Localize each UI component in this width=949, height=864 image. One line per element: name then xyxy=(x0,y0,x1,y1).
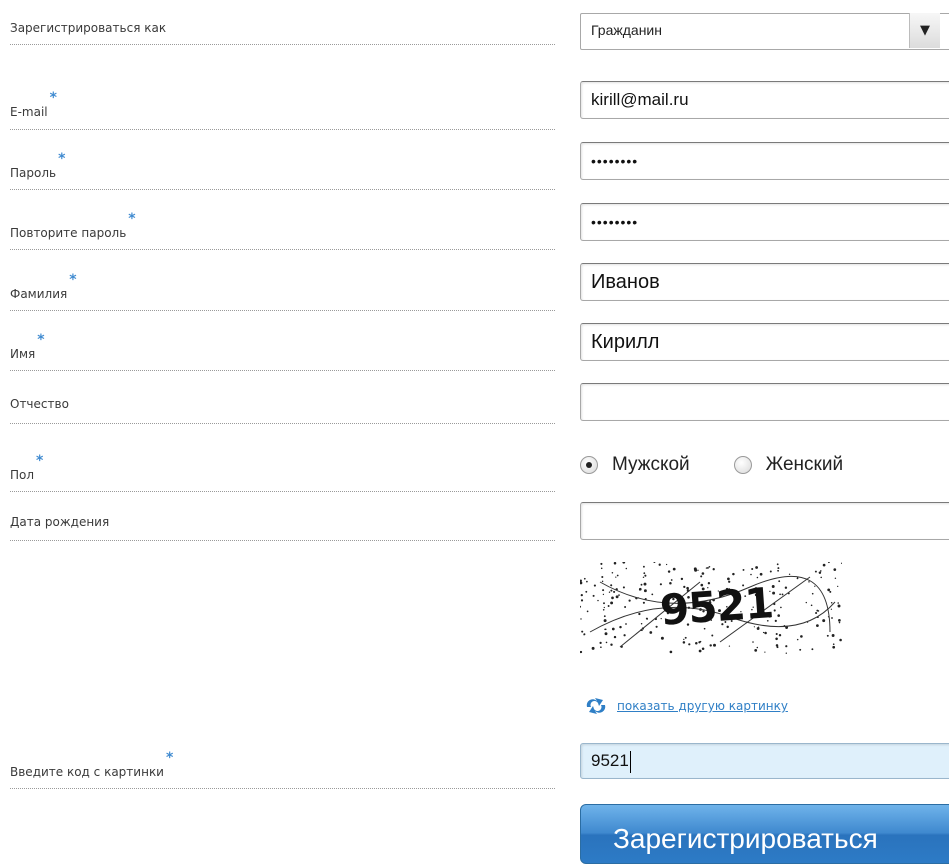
email-label: E-mail* xyxy=(10,90,57,119)
captcha-code: 9521 xyxy=(658,578,775,635)
captcha-image: 9521 xyxy=(580,562,842,654)
password-repeat-field[interactable]: •••••••• xyxy=(580,203,949,241)
gender-female-radio[interactable] xyxy=(733,456,752,474)
divider xyxy=(10,189,555,190)
last-name-field[interactable]: Иванов xyxy=(580,263,949,301)
email-field[interactable]: kirill@mail.ru xyxy=(580,81,949,119)
password-field[interactable]: •••••••• xyxy=(580,142,949,180)
required-star-icon: * xyxy=(69,272,77,288)
reload-captcha-link[interactable]: показать другую картинку xyxy=(617,699,788,713)
reload-captcha[interactable]: показать другую картинку xyxy=(583,697,788,715)
gender-radio-group: Мужской Женский xyxy=(580,450,843,480)
register-as-select[interactable]: Гражданин xyxy=(580,13,949,50)
password-repeat-label: Повторите пароль* xyxy=(10,211,136,240)
text-caret xyxy=(629,750,631,773)
gender-male-radio[interactable] xyxy=(580,456,598,474)
register-button[interactable]: Зарегистрироваться xyxy=(580,804,949,864)
divider xyxy=(10,370,555,371)
first-name-field[interactable]: Кирилл xyxy=(580,323,949,361)
triangle-down-icon: ▼ xyxy=(920,23,930,38)
divider xyxy=(10,491,555,492)
reload-icon xyxy=(586,698,606,714)
password-label: Пароль* xyxy=(10,151,66,180)
middle-name-label: Отчество xyxy=(10,397,69,411)
required-star-icon: * xyxy=(49,90,57,106)
required-star-icon: * xyxy=(37,332,45,348)
divider xyxy=(10,540,555,541)
captcha-input[interactable]: 9521 xyxy=(580,743,949,779)
divider xyxy=(10,788,555,789)
divider xyxy=(10,423,555,424)
divider xyxy=(10,310,555,311)
register-as-value: Гражданин xyxy=(591,22,662,38)
birth-date-field[interactable] xyxy=(580,502,949,540)
first-name-label: Имя* xyxy=(10,332,45,361)
gender-male-label[interactable]: Мужской xyxy=(612,454,690,476)
required-star-icon: * xyxy=(36,453,44,469)
gender-female-label[interactable]: Женский xyxy=(766,454,843,476)
birth-date-label: Дата рождения xyxy=(10,515,110,529)
divider xyxy=(10,129,555,130)
divider xyxy=(10,249,555,250)
register-as-label: Зарегистрироваться как xyxy=(10,21,167,35)
last-name-label: Фамилия* xyxy=(10,272,77,301)
required-star-icon: * xyxy=(58,151,66,167)
captcha-input-label: Введите код с картинки* xyxy=(10,750,174,779)
middle-name-field[interactable] xyxy=(580,383,949,421)
divider xyxy=(10,44,555,45)
dropdown-button[interactable]: ▼ xyxy=(909,13,940,48)
gender-label: Пол* xyxy=(10,453,44,482)
required-star-icon: * xyxy=(128,211,136,227)
required-star-icon: * xyxy=(165,750,174,766)
